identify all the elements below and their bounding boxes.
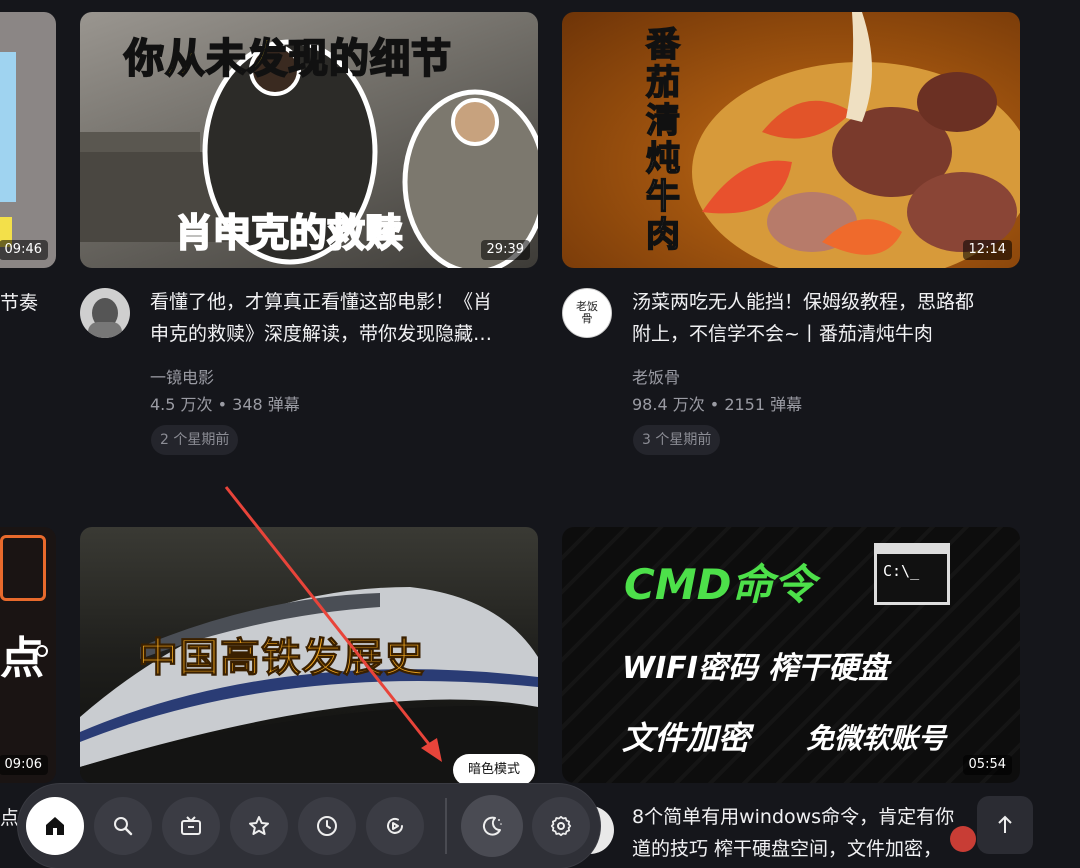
video-thumbnail[interactable]: 你从未发现的细节 肖申克的救赎 29:39 <box>80 12 538 268</box>
date-badge: 2 个星期前 <box>151 425 239 455</box>
settings-button[interactable] <box>532 797 590 855</box>
duration-badge: 09:06 <box>0 755 48 775</box>
duration-badge: 29:39 <box>480 240 530 260</box>
later-button[interactable] <box>366 797 424 855</box>
title-line: 道的技巧 榨干硬盘空间，文件加密， <box>632 838 943 860</box>
home-icon <box>46 817 64 835</box>
thumb-headline: 肖申克的救赎 <box>174 210 404 256</box>
duration-badge: 09:46 <box>0 240 48 260</box>
arrow-up-icon <box>998 815 1012 833</box>
thumb-line: 免微软账号 <box>806 722 947 755</box>
clock-icon <box>317 816 337 836</box>
duration-badge: 05:54 <box>962 755 1012 775</box>
video-thumbnail[interactable]: CMD命令 C:\_ WIFI密码 榨干硬盘 文件加密 免微软账号 05:54 <box>562 527 1020 783</box>
title-line: 申克的救赎》深度解读，带你发现隐藏… <box>150 323 493 345</box>
thumb-headline: 你从未发现的细节 <box>123 35 452 83</box>
back-to-top-button[interactable] <box>977 796 1033 854</box>
video-title[interactable]: 汤菜两吃无人能挡！保姆级教程，思路都 附上，不信学不会~丨番茄清炖牛肉 <box>632 286 1010 350</box>
watermark-logo <box>950 826 976 852</box>
thumbnail-art <box>692 12 1020 268</box>
search-button[interactable] <box>94 797 152 855</box>
replay-icon <box>387 817 403 834</box>
terminal-icon: C:\_ <box>874 543 950 605</box>
history-button[interactable] <box>298 797 356 855</box>
duration-badge: 12:14 <box>962 240 1012 260</box>
title-line: 8个简单有用windows命令，肯定有你 <box>632 806 955 828</box>
thumb-line: WIFI密码 榨干硬盘 <box>622 651 889 686</box>
thumb-headline: 中国高铁发展史 <box>138 635 425 682</box>
avatar[interactable]: 老饭骨 <box>562 288 612 338</box>
video-thumbnail[interactable]: 中国高铁发展史 <box>80 527 538 783</box>
thumb-line: 文件加密 <box>622 719 751 757</box>
video-stats: 4.5 万次 • 348 弹幕 <box>150 395 300 414</box>
left-title-fragment[interactable]: 节奏 <box>0 288 38 315</box>
tv-button[interactable] <box>162 797 220 855</box>
title-line: 附上，不信学不会~丨番茄清炖牛肉 <box>632 323 933 345</box>
left-thumb-top[interactable]: 09:46 <box>0 12 56 268</box>
video-title[interactable]: 看懂了他，才算真正看懂这部电影！《肖 申克的救赎》深度解读，带你发现隐藏… <box>150 286 528 350</box>
favorites-button[interactable] <box>230 797 288 855</box>
left-bottom-fragment[interactable]: 点 <box>0 803 19 830</box>
search-icon <box>114 817 133 836</box>
author-name[interactable]: 一镜电影 <box>150 364 214 388</box>
left-thumb-bottom[interactable]: 点 09:06 <box>0 527 56 783</box>
gear-icon <box>550 815 572 837</box>
title-line: 看懂了他，才算真正看懂这部电影！《肖 <box>150 291 493 313</box>
thumb-vertical-text: 番茄清炖牛肉 <box>645 25 681 255</box>
author-name[interactable]: 老饭骨 <box>632 364 680 388</box>
thumb-headline: CMD命令 <box>624 560 816 609</box>
star-icon <box>249 816 269 835</box>
home-button[interactable] <box>26 797 84 855</box>
video-stats: 98.4 万次 • 2151 弹幕 <box>632 395 803 414</box>
moon-icon <box>482 816 502 836</box>
video-title[interactable]: 8个简单有用windows命令，肯定有你 道的技巧 榨干硬盘空间，文件加密， <box>632 801 972 865</box>
bottom-nav-bar <box>18 784 600 868</box>
video-thumbnail[interactable]: 番茄清炖牛肉 12:14 <box>562 12 1020 268</box>
dark-mode-tooltip: 暗色模式 <box>453 754 535 786</box>
avatar-text: 老饭骨 <box>576 300 598 325</box>
nav-divider <box>445 798 447 854</box>
terminal-prompt: C:\_ <box>883 562 920 580</box>
avatar[interactable] <box>80 288 130 338</box>
dark-mode-button[interactable] <box>461 795 523 857</box>
date-badge: 3 个星期前 <box>633 425 721 455</box>
tv-icon <box>181 816 201 835</box>
title-line: 汤菜两吃无人能挡！保姆级教程，思路都 <box>632 291 975 313</box>
